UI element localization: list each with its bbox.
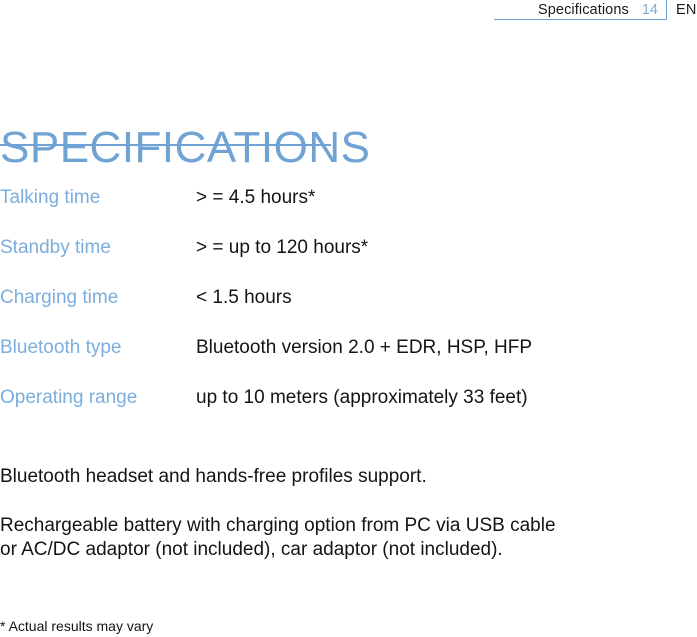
spec-value: > = 4.5 hours* (196, 187, 316, 208)
header-language-label: EN (676, 2, 697, 18)
table-row: Charging time < 1.5 hours (0, 287, 697, 337)
page-title: SPECIFICATIONS (0, 123, 371, 173)
header-language-code: EN (676, 0, 697, 20)
table-row: Standby time > = up to 120 hours* (0, 237, 697, 287)
footnote-disclaimer: * Actual results may vary (0, 618, 154, 634)
note-paragraph-profiles: Bluetooth headset and hands-free profile… (0, 466, 427, 487)
title-underline-rule (0, 144, 331, 147)
specifications-table: Talking time > = 4.5 hours* Standby time… (0, 187, 697, 437)
table-row: Talking time > = 4.5 hours* (0, 187, 697, 237)
spec-label: Standby time (0, 237, 111, 258)
page-header: Specifications 14 EN (0, 0, 697, 22)
notes-section: Bluetooth headset and hands-free profile… (0, 465, 697, 562)
spec-label: Charging time (0, 287, 119, 308)
header-section-tab: Specifications 14 (494, 0, 667, 20)
header-page-number: 14 (641, 1, 658, 18)
header-section-name: Specifications (537, 1, 629, 18)
note-paragraph-battery: Rechargeable battery with charging optio… (0, 515, 556, 560)
spec-value: Bluetooth version 2.0 + EDR, HSP, HFP (196, 337, 533, 358)
spec-value: up to 10 meters (approximately 33 feet) (196, 387, 528, 408)
spec-label: Bluetooth type (0, 337, 122, 358)
table-row: Operating range up to 10 meters (approxi… (0, 387, 697, 437)
spec-label: Talking time (0, 187, 101, 208)
table-row: Bluetooth type Bluetooth version 2.0 + E… (0, 337, 697, 387)
spec-value: > = up to 120 hours* (196, 237, 369, 258)
spec-label: Operating range (0, 387, 138, 408)
spec-value: < 1.5 hours (196, 287, 292, 308)
